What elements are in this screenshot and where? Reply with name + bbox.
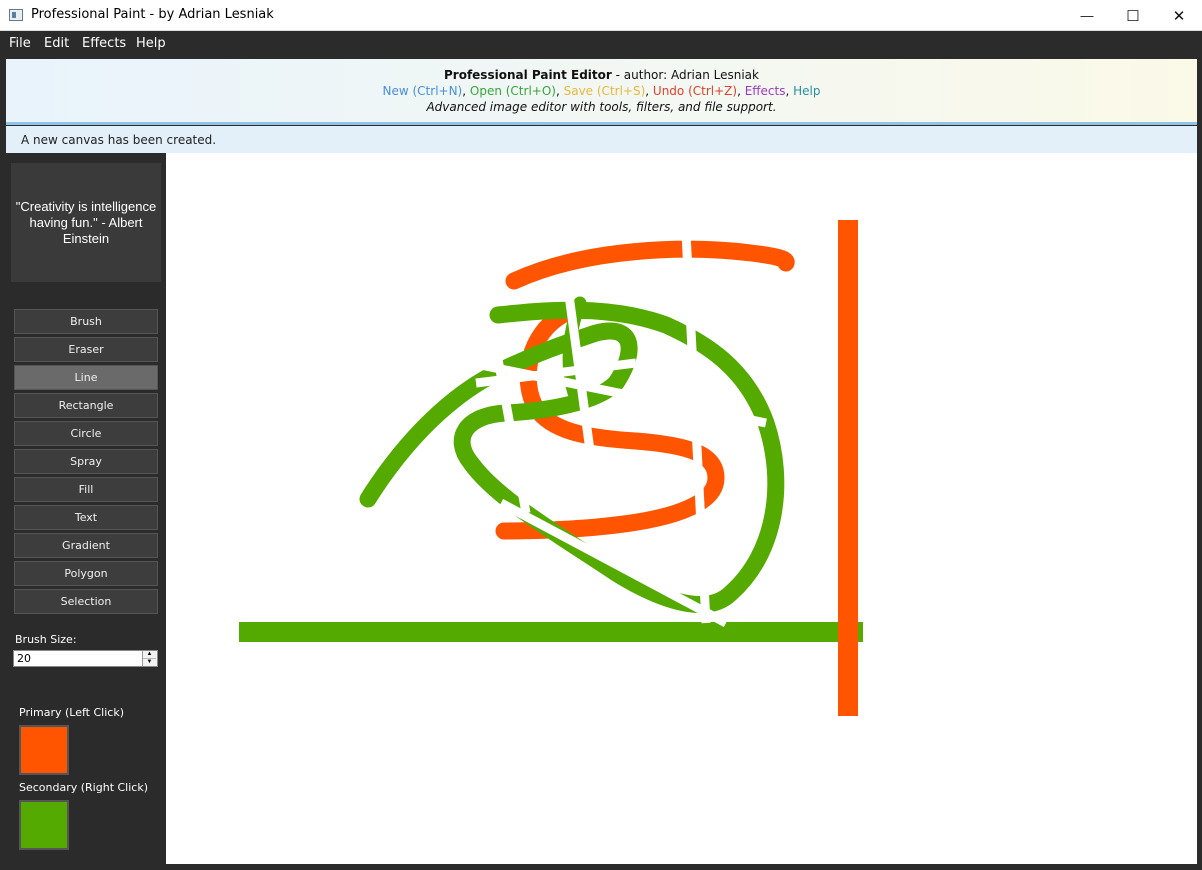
tool-rectangle-button[interactable]: Rectangle: [14, 393, 158, 418]
tool-circle-button[interactable]: Circle: [14, 421, 158, 446]
banner-title-line: Professional Paint Editor - author: Adri…: [6, 68, 1197, 82]
status-bar: A new canvas has been created.: [6, 126, 1197, 153]
tool-spray-button[interactable]: Spray: [14, 449, 158, 474]
shortcut-save[interactable]: Save (Ctrl+S): [564, 84, 646, 98]
banner-title: Professional Paint Editor: [443, 68, 612, 82]
secondary-color-label: Secondary (Right Click): [19, 781, 149, 794]
brush-size-value: 20: [17, 652, 31, 665]
menu-effects[interactable]: Effects: [82, 36, 126, 51]
close-icon: ✕: [1172, 7, 1186, 25]
app-icon: [9, 9, 23, 21]
shortcut-open[interactable]: Open (Ctrl+O): [470, 84, 556, 98]
tool-text-button[interactable]: Text: [14, 505, 158, 530]
banner-author: - author: Adrian Lesniak: [611, 68, 759, 82]
right-border: [1197, 57, 1202, 870]
quote-box: "Creativity is intelligence having fun."…: [11, 163, 161, 282]
title-bar: Professional Paint - by Adrian Lesniak —…: [0, 0, 1202, 31]
eraser-gap-2: [681, 232, 711, 624]
shortcut-separator: ,: [785, 84, 794, 98]
shortcut-separator: ,: [645, 84, 653, 98]
spin-down-icon[interactable]: ▼: [143, 658, 156, 666]
tool-fill-button[interactable]: Fill: [14, 477, 158, 502]
brush-size-spinbox[interactable]: 20 ▲ ▼: [13, 650, 158, 667]
close-button[interactable]: ✕: [1156, 0, 1202, 31]
tool-brush-button[interactable]: Brush: [14, 309, 158, 334]
menu-help[interactable]: Help: [136, 36, 166, 51]
minimize-icon: —: [1080, 8, 1094, 23]
shortcut-separator: ,: [737, 84, 745, 98]
window-title: Professional Paint - by Adrian Lesniak: [31, 7, 274, 22]
maximize-button[interactable]: ☐: [1110, 0, 1156, 31]
tool-eraser-button[interactable]: Eraser: [14, 337, 158, 362]
spin-up-icon[interactable]: ▲: [143, 651, 156, 658]
tool-selection-button[interactable]: Selection: [14, 589, 158, 614]
menu-bar: File Edit Effects Help: [0, 31, 1202, 57]
canvas-drawing: [239, 220, 863, 716]
minimize-button[interactable]: —: [1064, 0, 1110, 31]
shortcut-separator: ,: [462, 84, 470, 98]
tool-sidebar: "Creativity is intelligence having fun."…: [0, 153, 166, 870]
shortcut-effects[interactable]: Effects: [745, 84, 786, 98]
spin-arrows: ▲ ▼: [142, 651, 157, 666]
shortcut-undo[interactable]: Undo (Ctrl+Z): [653, 84, 737, 98]
brush-size-label: Brush Size:: [15, 633, 77, 646]
shortcut-help[interactable]: Help: [793, 84, 820, 98]
menu-edit[interactable]: Edit: [44, 36, 69, 51]
info-banner: Professional Paint Editor - author: Adri…: [6, 59, 1197, 125]
secondary-color-swatch[interactable]: [19, 800, 69, 850]
banner-shortcuts: New (Ctrl+N), Open (Ctrl+O), Save (Ctrl+…: [6, 84, 1197, 98]
shortcut-new[interactable]: New (Ctrl+N): [383, 84, 463, 98]
tool-line-button[interactable]: Line: [14, 365, 158, 390]
status-message: A new canvas has been created.: [21, 133, 217, 147]
orange-arc-top: [505, 240, 795, 290]
shortcut-separator: ,: [555, 84, 564, 98]
tool-polygon-button[interactable]: Polygon: [14, 561, 158, 586]
maximize-icon: ☐: [1126, 7, 1140, 25]
banner-subtitle: Advanced image editor with tools, filter…: [426, 100, 777, 114]
primary-color-swatch[interactable]: [19, 725, 69, 775]
menu-file[interactable]: File: [9, 36, 31, 51]
drawing-canvas[interactable]: [166, 153, 1197, 864]
primary-color-label: Primary (Left Click): [19, 706, 124, 719]
tool-gradient-button[interactable]: Gradient: [14, 533, 158, 558]
